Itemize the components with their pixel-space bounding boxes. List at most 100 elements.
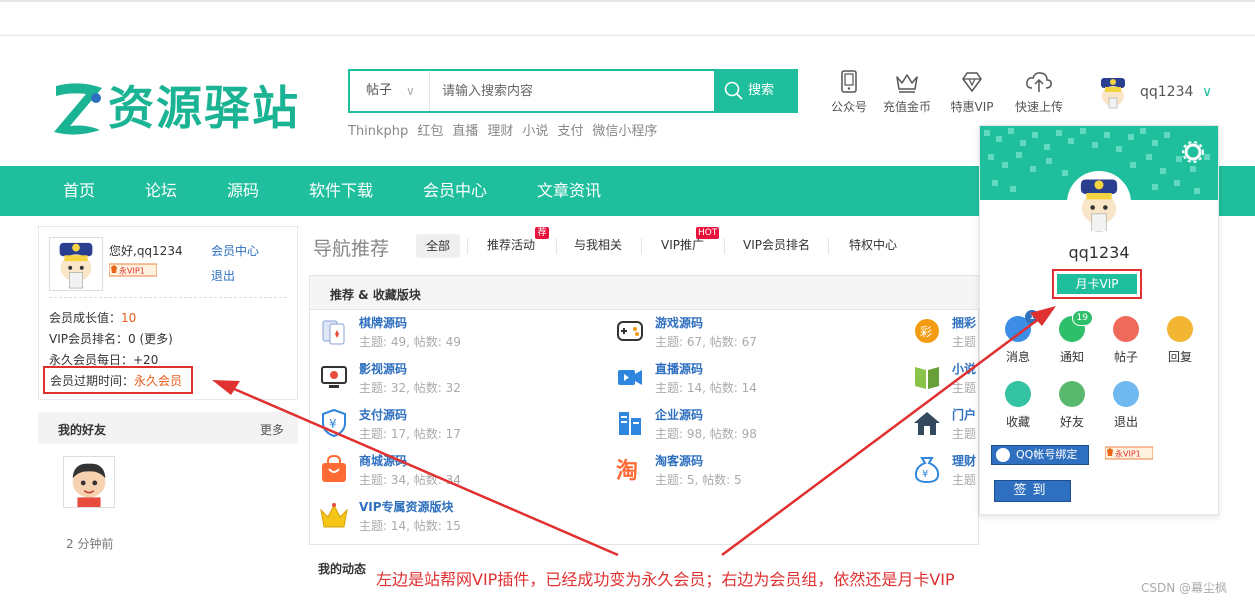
tab-all[interactable]: 全部 (416, 234, 460, 258)
forum-header: 推荐 & 收藏版块 (310, 276, 980, 310)
forum-item[interactable]: 直播源码 主题: 14, 帖数: 14 (615, 360, 915, 400)
qq-bind-label: QQ帐号绑定 (1016, 448, 1078, 461)
forum-item[interactable]: 企业源码 主题: 98, 帖数: 98 (615, 406, 915, 446)
forum-item-name: 支付源码 (359, 408, 408, 422)
friends-more-link[interactable]: 更多 (260, 421, 284, 438)
forum-item[interactable]: 小说 主题 (912, 360, 978, 400)
mail-icon (1113, 316, 1139, 342)
forum-item-stats: 主题: 32, 帖数: 32 (359, 381, 461, 395)
friends-title: 我的好友 (58, 423, 107, 437)
divider (828, 238, 829, 254)
panel-item-notifications[interactable]: 19 通知 (1047, 310, 1097, 365)
forum-item[interactable]: 商城源码 主题: 34, 帖数: 34 (319, 452, 619, 492)
hotword[interactable]: 直播 (452, 124, 478, 139)
building-icon (619, 412, 641, 435)
forum-item-stats: 主题: 14, 帖数: 14 (655, 381, 757, 395)
forum-item[interactable]: VIP专属资源版块 主题: 14, 帖数: 15 (319, 498, 619, 538)
qq-bind-button[interactable]: QQ帐号绑定 (991, 445, 1089, 465)
forum-item[interactable]: 影视源码 主题: 32, 帖数: 32 (319, 360, 619, 400)
nav-item-source[interactable]: 源码 (227, 166, 259, 216)
forum-item-stats: 主题 (952, 335, 977, 349)
hotword[interactable]: 支付 (557, 124, 583, 139)
hotword[interactable]: 红包 (417, 124, 443, 139)
nav-item-member[interactable]: 会员中心 (423, 166, 487, 216)
chevron-down-icon: ∨ (406, 84, 415, 98)
yen-shield-icon: ¥ (322, 408, 346, 438)
forum-item-name: 游戏源码 (655, 316, 704, 330)
search-button[interactable]: 搜索 (714, 71, 796, 111)
panel-item-friends[interactable]: 好友 (1047, 381, 1097, 430)
divider (49, 297, 287, 298)
search-category-select[interactable]: 帖子 ∨ (350, 71, 430, 111)
panel-item-label: 好友 (1059, 415, 1084, 429)
friend-avatar[interactable] (63, 456, 115, 508)
panel-item-favorites[interactable]: 收藏 (993, 381, 1043, 430)
annotation-text: 左边是站帮网VIP插件，已经成功变为永久会员；右边为会员组，依然还是月卡VIP (376, 570, 955, 589)
friends-icon (1059, 381, 1085, 407)
panel-item-label: 消息 (1005, 350, 1030, 364)
tab-related[interactable]: 与我相关 (574, 236, 622, 253)
nav-recommend: 导航推荐 全部 推荐活动 荐 与我相关 VIP推广 HOT VIP会员排名 特权… (313, 226, 983, 266)
forum-item[interactable]: 游戏源码 主题: 67, 帖数: 67 (615, 314, 915, 354)
search-icon (724, 81, 743, 100)
forum-item-stats: 主题: 34, 帖数: 34 (359, 473, 461, 487)
nav-item-articles[interactable]: 文章资讯 (537, 166, 601, 216)
user-dropdown-panel: qq1234 月卡VIP 1 消息 19 通知 帖子 回复 收藏 好友 退出 Q… (979, 125, 1219, 515)
forum-item-name: 影视源码 (359, 362, 408, 376)
chevron-down-icon[interactable]: ∨ (1202, 84, 1212, 100)
friends-header: 我的好友 更多 (38, 412, 298, 444)
tool-wechat[interactable]: 公众号 (817, 70, 881, 115)
hotword[interactable]: 理财 (487, 124, 513, 139)
forum-item[interactable]: 淘 淘客源码 主题: 5, 帖数: 5 (615, 452, 915, 492)
forum-item[interactable]: ¥ 支付源码 主题: 17, 帖数: 17 (319, 406, 619, 446)
hot-words: Thinkphp 红包 直播 理财 小说 支付 微信小程序 (348, 120, 666, 139)
crown-icon (320, 503, 348, 528)
forum-item[interactable]: 门户 主题 (912, 406, 978, 446)
logout-link[interactable]: 退出 (211, 267, 235, 284)
avatar (1101, 78, 1125, 109)
taobao-icon: 淘 (616, 458, 638, 484)
panel-item-label: 收藏 (1005, 415, 1030, 429)
site-logo[interactable]: 资源驿站 (50, 76, 325, 140)
avatar[interactable] (49, 237, 103, 291)
hotword[interactable]: 微信小程序 (592, 124, 657, 139)
panel-avatar[interactable] (1067, 171, 1131, 235)
tool-vip[interactable]: 特惠VIP (940, 70, 1004, 115)
highlight-box-vip-group: 月卡VIP (1052, 269, 1142, 299)
hotword[interactable]: Thinkphp (348, 124, 408, 139)
search-input[interactable] (430, 71, 718, 111)
tool-recharge[interactable]: 充值金币 (875, 70, 939, 115)
notification-count-badge: 19 (1071, 310, 1093, 326)
forum-item-name: 直播源码 (655, 362, 704, 376)
sign-in-button[interactable]: 签到 (994, 480, 1071, 502)
member-center-link[interactable]: 会员中心 (211, 242, 259, 259)
top-strip (0, 0, 1255, 36)
nav-item-home[interactable]: 首页 (63, 166, 95, 216)
forum-item[interactable]: 彩 捆彩 主题 (912, 314, 978, 354)
forum-item[interactable]: 棋牌源码 主题: 49, 帖数: 49 (319, 314, 619, 354)
search-bar: 帖子 ∨ 搜索 (348, 69, 798, 113)
tab-vip-rank[interactable]: VIP会员排名 (743, 236, 810, 253)
growth-value: 10 (121, 311, 137, 325)
forum-item[interactable]: ¥ 理财 主题 (912, 452, 978, 492)
panel-username: qq1234 (1068, 243, 1130, 262)
hotword[interactable]: 小说 (522, 124, 548, 139)
panel-item-logout[interactable]: 退出 (1101, 381, 1151, 430)
vip-rank-more-link[interactable]: (更多) (139, 332, 172, 346)
tab-activities[interactable]: 推荐活动 (487, 236, 535, 253)
forum-item-name: 小说 (952, 362, 977, 376)
video-camera-icon (618, 370, 642, 385)
daily-label: 永久会员每日：+20 (49, 353, 159, 367)
nav-recommend-title: 导航推荐 (313, 238, 390, 260)
tab-privilege[interactable]: 特权中心 (849, 236, 897, 253)
tool-upload[interactable]: 快速上传 (1007, 70, 1071, 115)
panel-item-messages[interactable]: 1 消息 (993, 310, 1043, 365)
star-icon (1005, 381, 1031, 407)
nav-item-software[interactable]: 软件下载 (309, 166, 373, 216)
forum-item-stats: 主题: 67, 帖数: 67 (655, 335, 757, 349)
panel-item-replies[interactable]: 回复 (1155, 316, 1205, 365)
search-category-label: 帖子 (366, 83, 393, 98)
monitor-icon (321, 366, 347, 388)
nav-item-forum[interactable]: 论坛 (145, 166, 177, 216)
panel-item-posts[interactable]: 帖子 (1101, 316, 1151, 365)
